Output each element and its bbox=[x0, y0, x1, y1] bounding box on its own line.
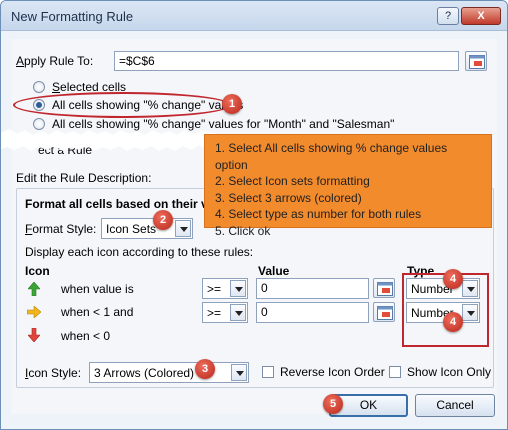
format-style-label: Format Style: bbox=[25, 222, 97, 236]
rule-2-value-input[interactable]: 0 bbox=[256, 302, 369, 323]
close-button[interactable]: X bbox=[461, 7, 501, 25]
cancel-button[interactable]: Cancel bbox=[415, 394, 495, 417]
display-rules-text: Display each icon according to these rul… bbox=[25, 245, 254, 259]
icon-style-label: Icon Style: bbox=[25, 366, 82, 380]
edit-rule-description-label: Edit the Rule Description: bbox=[16, 171, 152, 185]
callout-step-3: 3. Select 3 arrows (colored) bbox=[215, 190, 362, 205]
range-select-button[interactable] bbox=[465, 51, 487, 71]
callout-step-4: 4. Select type as number for both rules bbox=[215, 207, 422, 221]
help-button[interactable]: ? bbox=[437, 7, 459, 25]
rule-1-operator-select[interactable]: >= bbox=[202, 278, 248, 299]
title-bar: New Formatting Rule ? X bbox=[1, 1, 507, 31]
instructions-callout: 1. Select All cells showing % change val… bbox=[204, 134, 492, 238]
step-badge-4a: 4 bbox=[443, 269, 463, 289]
yellow-right-arrow-icon bbox=[27, 306, 41, 318]
chevron-down-icon[interactable] bbox=[175, 220, 191, 237]
green-up-arrow-icon bbox=[28, 282, 40, 296]
rule-2-condition: when < 1 and bbox=[61, 305, 134, 319]
collapse-dialog-icon bbox=[377, 306, 393, 320]
reverse-icon-order-label: Reverse Icon Order bbox=[280, 365, 385, 379]
torn-edge-overlay bbox=[1, 129, 215, 151]
rule-1-condition: when value is bbox=[61, 282, 134, 296]
icon-column-header: Icon bbox=[25, 264, 50, 278]
rule-1-range-button[interactable] bbox=[373, 278, 395, 298]
step-badge-2: 2 bbox=[153, 210, 173, 230]
apply-rule-to-label: Apply Rule To: bbox=[16, 54, 94, 68]
collapse-dialog-icon bbox=[377, 282, 393, 296]
step-badge-3: 3 bbox=[195, 359, 215, 379]
chevron-down-icon[interactable] bbox=[230, 304, 246, 321]
callout-step-2: 2. Select Icon sets formatting bbox=[215, 174, 370, 188]
chevron-down-icon[interactable] bbox=[231, 364, 247, 381]
show-icon-only-checkbox[interactable] bbox=[389, 366, 401, 378]
rule-3-condition: when < 0 bbox=[61, 329, 111, 343]
chevron-down-icon[interactable] bbox=[230, 280, 246, 297]
dialog-title: New Formatting Rule bbox=[11, 9, 134, 24]
format-style-select[interactable]: Icon Sets bbox=[101, 218, 193, 239]
rule-2-operator-select[interactable]: >= bbox=[202, 302, 248, 323]
rule-2-range-button[interactable] bbox=[373, 302, 395, 322]
rule-1-value-input[interactable]: 0 bbox=[256, 278, 369, 299]
icon-style-select[interactable]: 3 Arrows (Colored) bbox=[89, 362, 249, 383]
format-cells-heading: Format all cells based on their v bbox=[25, 197, 208, 211]
highlight-oval bbox=[13, 92, 231, 118]
step-badge-1: 1 bbox=[222, 94, 242, 114]
step-badge-4b: 4 bbox=[443, 312, 463, 332]
callout-step-1: 1. Select All cells showing % change val… bbox=[215, 141, 448, 172]
step-badge-5: 5 bbox=[323, 394, 343, 414]
apply-rule-to-input[interactable]: =$C$6 bbox=[114, 51, 459, 71]
new-formatting-rule-dialog: New Formatting Rule ? X Apply Rule To: =… bbox=[0, 0, 508, 430]
callout-step-5: 5. Click ok bbox=[215, 223, 271, 238]
radio-selected-cells[interactable] bbox=[33, 81, 45, 93]
reverse-icon-order-checkbox[interactable] bbox=[262, 366, 274, 378]
show-icon-only-label: Show Icon Only bbox=[407, 365, 492, 379]
value-column-header: Value bbox=[258, 264, 290, 278]
red-down-arrow-icon bbox=[28, 328, 40, 342]
collapse-dialog-icon bbox=[469, 55, 485, 69]
